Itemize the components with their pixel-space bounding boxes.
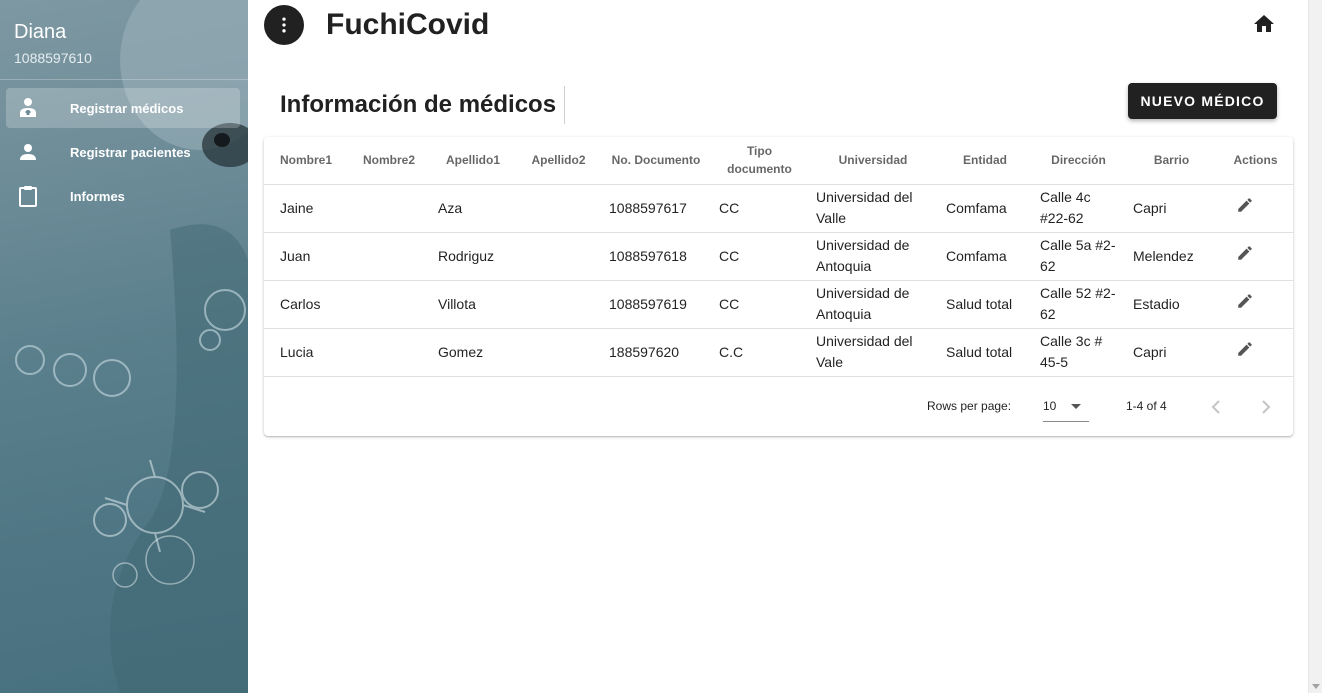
table-cell: CC	[711, 232, 808, 281]
table-cell	[348, 328, 430, 377]
table-cell	[348, 280, 430, 329]
table-cell: Universidad del Valle	[808, 184, 938, 233]
chevron-down-icon	[1071, 404, 1081, 409]
column-header[interactable]: Entidad	[938, 137, 1032, 185]
sidebar-item-registrar-medicos[interactable]: Registrar médicos	[6, 88, 240, 128]
table-cell: Aza	[430, 184, 516, 233]
table-cell	[516, 328, 601, 377]
user-info: Diana 1088597610	[14, 20, 92, 68]
column-header[interactable]: Nombre2	[348, 137, 430, 185]
more-vert-icon	[282, 17, 286, 33]
actions-cell	[1218, 232, 1293, 281]
table-header-row: Nombre1 Nombre2 Apellido1 Apellido2 No. …	[264, 137, 1293, 185]
table-cell: 1088597619	[601, 280, 711, 329]
column-header[interactable]: Dirección	[1032, 137, 1125, 185]
column-header: Actions	[1218, 137, 1293, 185]
table-row: Juan Rodriguz 1088597618 CC Universidad de A…	[264, 232, 1293, 281]
table-cell	[348, 232, 430, 281]
table-cell	[516, 232, 601, 281]
edit-icon[interactable]	[1236, 340, 1254, 358]
table-cell: Calle 52 #2-62	[1032, 280, 1125, 329]
column-header[interactable]: Nombre1	[264, 137, 348, 185]
rows-per-page-select[interactable]: 10	[1043, 392, 1089, 422]
main-content: FuchiCovid Información de médicos NUEVO …	[248, 0, 1308, 693]
new-doctor-button[interactable]: NUEVO MÉDICO	[1128, 83, 1277, 119]
table-row: Lucia Gomez 188597620 C.C Universidad del Va…	[264, 328, 1293, 377]
table-cell: C.C	[711, 328, 808, 377]
table-cell: Universidad del Vale	[808, 328, 938, 377]
table-cell: Gomez	[430, 328, 516, 377]
column-header[interactable]: Apellido2	[516, 137, 601, 185]
edit-icon[interactable]	[1236, 196, 1254, 214]
column-header[interactable]: No. Documento	[601, 137, 711, 185]
clipboard-icon	[19, 186, 37, 207]
doctors-table: Nombre1 Nombre2 Apellido1 Apellido2 No. …	[264, 137, 1293, 377]
table-cell: CC	[711, 184, 808, 233]
pagination-range: 1-4 of 4	[1126, 399, 1167, 413]
edit-icon[interactable]	[1236, 292, 1254, 310]
app-title: FuchiCovid	[326, 8, 490, 41]
table-cell: Comfama	[938, 184, 1032, 233]
column-header[interactable]: Apellido1	[430, 137, 516, 185]
sidebar-divider	[0, 79, 248, 80]
table-cell: Estadio	[1125, 280, 1218, 329]
table-cell: 1088597618	[601, 232, 711, 281]
sidebar-item-label: Registrar médicos	[70, 100, 184, 116]
table-cell: Calle 5a #2-62	[1032, 232, 1125, 281]
column-header[interactable]: Barrio	[1125, 137, 1218, 185]
column-header[interactable]: Universidad	[808, 137, 938, 185]
table-cell: CC	[711, 280, 808, 329]
table-cell: Comfama	[938, 232, 1032, 281]
table-cell: 1088597617	[601, 184, 711, 233]
user-id: 1088597610	[14, 50, 92, 66]
table-pagination: Rows per page: 10 1-4 of 4	[264, 378, 1293, 436]
table-cell: Villota	[430, 280, 516, 329]
sidebar-nav: Registrar médicos Registrar pacientes In…	[6, 88, 240, 220]
table-cell	[516, 280, 601, 329]
next-page-icon[interactable]	[1254, 395, 1278, 419]
table-cell: Jaine	[264, 184, 348, 233]
sidebar-item-label: Informes	[70, 188, 125, 204]
table-row: Jaine Aza 1088597617 CC Universidad del Vall…	[264, 184, 1293, 233]
table-cell	[348, 184, 430, 233]
actions-cell	[1218, 280, 1293, 329]
rows-per-page-label: Rows per page:	[927, 399, 1012, 413]
rows-per-page-value: 10	[1043, 399, 1057, 413]
table-cell: Salud total	[938, 280, 1032, 329]
table-cell: Capri	[1125, 184, 1218, 233]
doctor-icon	[20, 98, 36, 117]
table-cell: Carlos	[264, 280, 348, 329]
table-cell: Capri	[1125, 328, 1218, 377]
home-icon[interactable]	[1252, 12, 1276, 36]
edit-icon[interactable]	[1236, 244, 1254, 262]
table-cell: Universidad de Antoquia	[808, 280, 938, 329]
table-cell: Calle 3c # 45-5	[1032, 328, 1125, 377]
table-cell: Rodriguz	[430, 232, 516, 281]
sidebar-item-registrar-pacientes[interactable]: Registrar pacientes	[6, 132, 240, 172]
actions-cell	[1218, 328, 1293, 377]
menu-button[interactable]	[264, 5, 304, 45]
column-header[interactable]: Tipo documento	[711, 137, 808, 185]
sidebar: Diana 1088597610 Registrar médicos Regis…	[0, 0, 248, 693]
table-cell	[516, 184, 601, 233]
doctors-table-card: Nombre1 Nombre2 Apellido1 Apellido2 No. …	[264, 137, 1293, 436]
person-icon	[20, 144, 36, 160]
sidebar-item-label: Registrar pacientes	[70, 144, 191, 160]
table-row: Carlos Villota 1088597619 CC Universidad de …	[264, 280, 1293, 329]
table-cell: Universidad de Antoquia	[808, 232, 938, 281]
previous-page-icon[interactable]	[1204, 395, 1228, 419]
table-cell: Lucia	[264, 328, 348, 377]
actions-cell	[1218, 184, 1293, 233]
table-cell: Melendez	[1125, 232, 1218, 281]
table-cell: 188597620	[601, 328, 711, 377]
page-title: Información de médicos	[280, 86, 566, 124]
scrollbar[interactable]	[1308, 0, 1322, 693]
table-cell: Salud total	[938, 328, 1032, 377]
user-name: Diana	[14, 21, 67, 43]
table-cell: Calle 4c #22-62	[1032, 184, 1125, 233]
scroll-down-arrow-icon[interactable]	[1312, 684, 1320, 689]
table-cell: Juan	[264, 232, 348, 281]
sidebar-item-informes[interactable]: Informes	[6, 176, 240, 216]
